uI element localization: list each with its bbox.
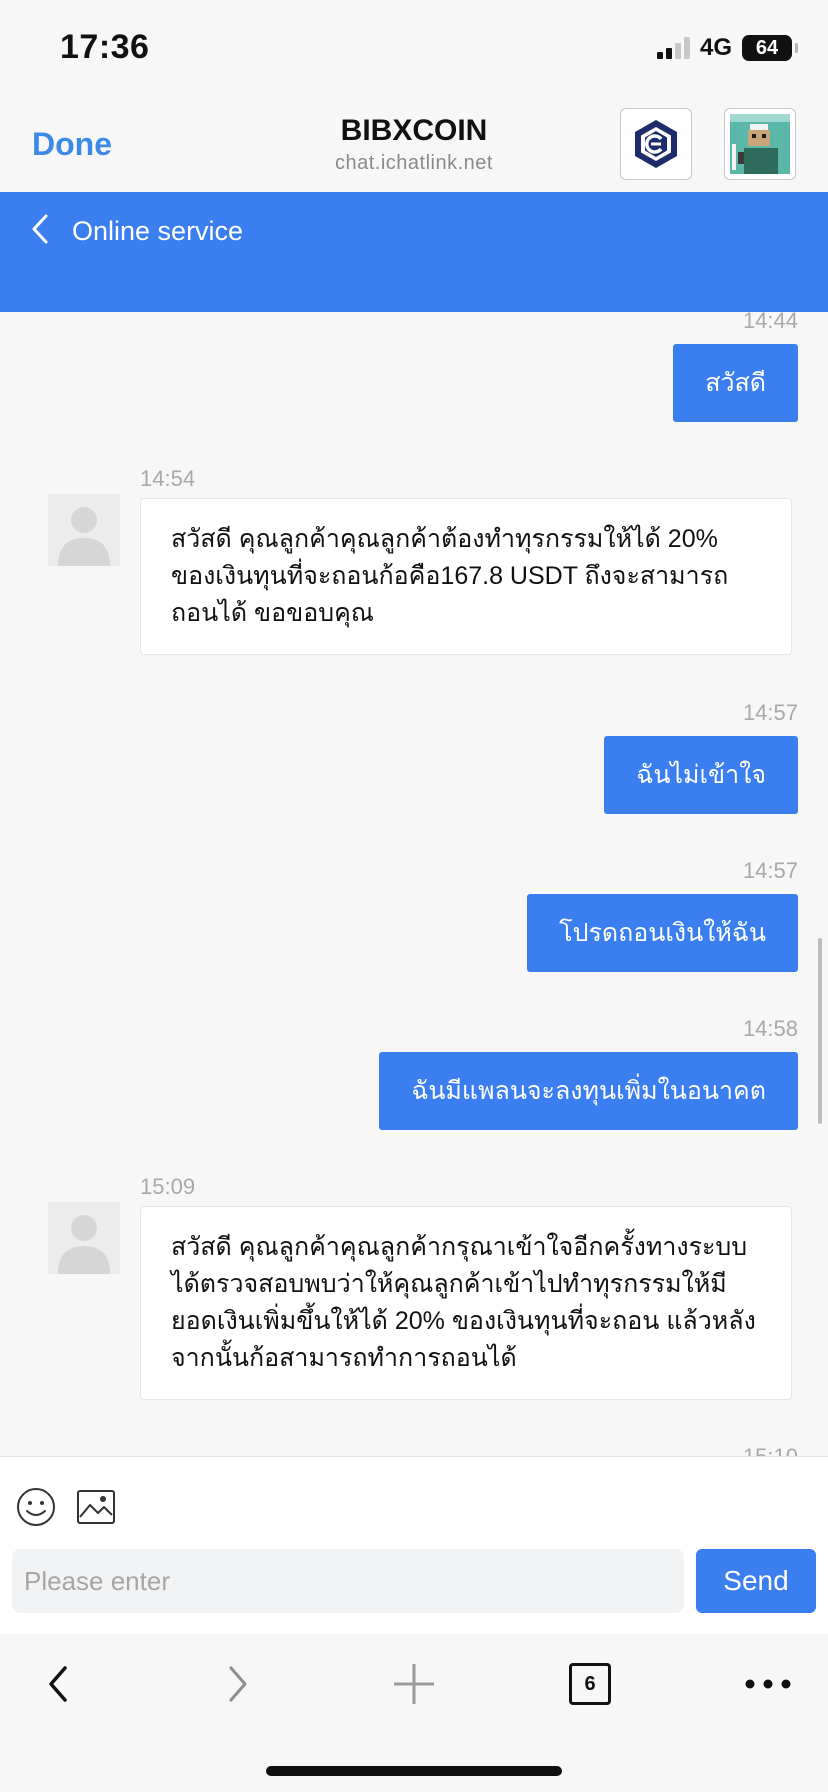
new-tab-button[interactable] xyxy=(384,1654,444,1714)
outgoing-message[interactable]: สวัสดี xyxy=(673,344,798,422)
browser-header: Done BIBXCOIN chat.ichatlink.net xyxy=(0,96,828,192)
user-avatar-icon[interactable] xyxy=(724,108,796,180)
home-indicator[interactable] xyxy=(266,1766,562,1776)
status-bar: 17:36 4G 64 xyxy=(0,0,828,96)
chat-title: Online service xyxy=(72,216,244,246)
emoji-icon[interactable] xyxy=(16,1487,56,1527)
message-line: สวัสดี คุณลูกค้าคุณลูกค้ากรุณาเข้าใจอีกค… xyxy=(171,1233,748,1261)
more-button[interactable] xyxy=(738,1654,798,1714)
message-line: ได้ตรวจสอบพบว่าให้คุณลูกค้าเข้าไปทำทุรกร… xyxy=(171,1270,727,1298)
tabs-count: 6 xyxy=(569,1663,611,1705)
image-icon[interactable] xyxy=(76,1489,116,1525)
message-time: 15:10 xyxy=(743,1444,798,1456)
more-dots-icon xyxy=(745,1679,791,1689)
forward-button[interactable] xyxy=(208,1654,268,1714)
message-time: 15:09 xyxy=(140,1174,196,1199)
chat-header: Online service xyxy=(0,192,828,312)
message-input[interactable] xyxy=(12,1549,684,1613)
page-url: chat.ichatlink.net xyxy=(335,152,493,174)
message-time: 14:54 xyxy=(140,466,196,491)
tabs-button[interactable]: 6 xyxy=(560,1654,620,1714)
status-time: 17:36 xyxy=(60,28,150,66)
chat-messages[interactable]: 14:44 สวัสดี 14:54 สวัสดี คุณลูกค้าคุณลู… xyxy=(0,312,828,1456)
agent-avatar xyxy=(48,494,120,566)
message-time: 14:58 xyxy=(742,1016,798,1041)
message-time: 14:57 xyxy=(742,700,798,725)
message-line: ถอนได้ ขอขอบคุณ xyxy=(171,599,374,627)
message-time: 14:44 xyxy=(742,312,798,333)
message-line: จากนั้นก้อสามารถทำการถอนได้ xyxy=(171,1344,517,1372)
chat-scrollbar[interactable] xyxy=(818,938,822,1124)
network-type: 4G xyxy=(699,34,732,61)
plus-icon xyxy=(394,1664,434,1704)
outgoing-message[interactable]: โปรดถอนเงินให้ฉัน xyxy=(527,894,798,972)
back-button[interactable] xyxy=(28,1654,88,1714)
outgoing-message[interactable]: ฉันมีแพลนจะลงทุนเพิ่มในอนาคต xyxy=(379,1052,798,1130)
send-button[interactable]: Send xyxy=(696,1549,816,1613)
default-avatar-icon xyxy=(48,1202,120,1274)
signal-icon xyxy=(656,37,690,59)
message-composer: Send xyxy=(0,1456,828,1634)
back-arrow-icon[interactable] xyxy=(26,212,56,246)
message-line: ของเงินทุนที่จะถอนก้อคือ167.8 USDT ถึงจะ… xyxy=(171,562,729,590)
agent-avatar xyxy=(48,1202,120,1274)
message-line: ยอดเงินเพิ่มขึ้นให้ได้ 20% ของเงินทุนที่… xyxy=(171,1307,756,1335)
site-logo-icon[interactable] xyxy=(620,108,692,180)
browser-toolbar: 6 xyxy=(0,1634,828,1792)
page-title: BIBXCOIN xyxy=(340,114,488,147)
incoming-message[interactable]: สวัสดี คุณลูกค้าคุณลูกค้าต้องทำทุรกรรมให… xyxy=(140,498,792,655)
chevron-right-icon xyxy=(229,1666,247,1702)
chevron-left-icon xyxy=(49,1666,67,1702)
incoming-message[interactable]: สวัสดี คุณลูกค้าคุณลูกค้ากรุณาเข้าใจอีกค… xyxy=(140,1206,792,1400)
battery-icon: 64 xyxy=(742,35,798,61)
outgoing-message[interactable]: ฉันไม่เข้าใจ xyxy=(604,736,798,814)
status-indicators: 4G 64 xyxy=(656,34,798,62)
message-time: 14:57 xyxy=(742,858,798,883)
default-avatar-icon xyxy=(48,494,120,566)
message-line: สวัสดี คุณลูกค้าคุณลูกค้าต้องทำทุรกรรมให… xyxy=(171,525,718,553)
